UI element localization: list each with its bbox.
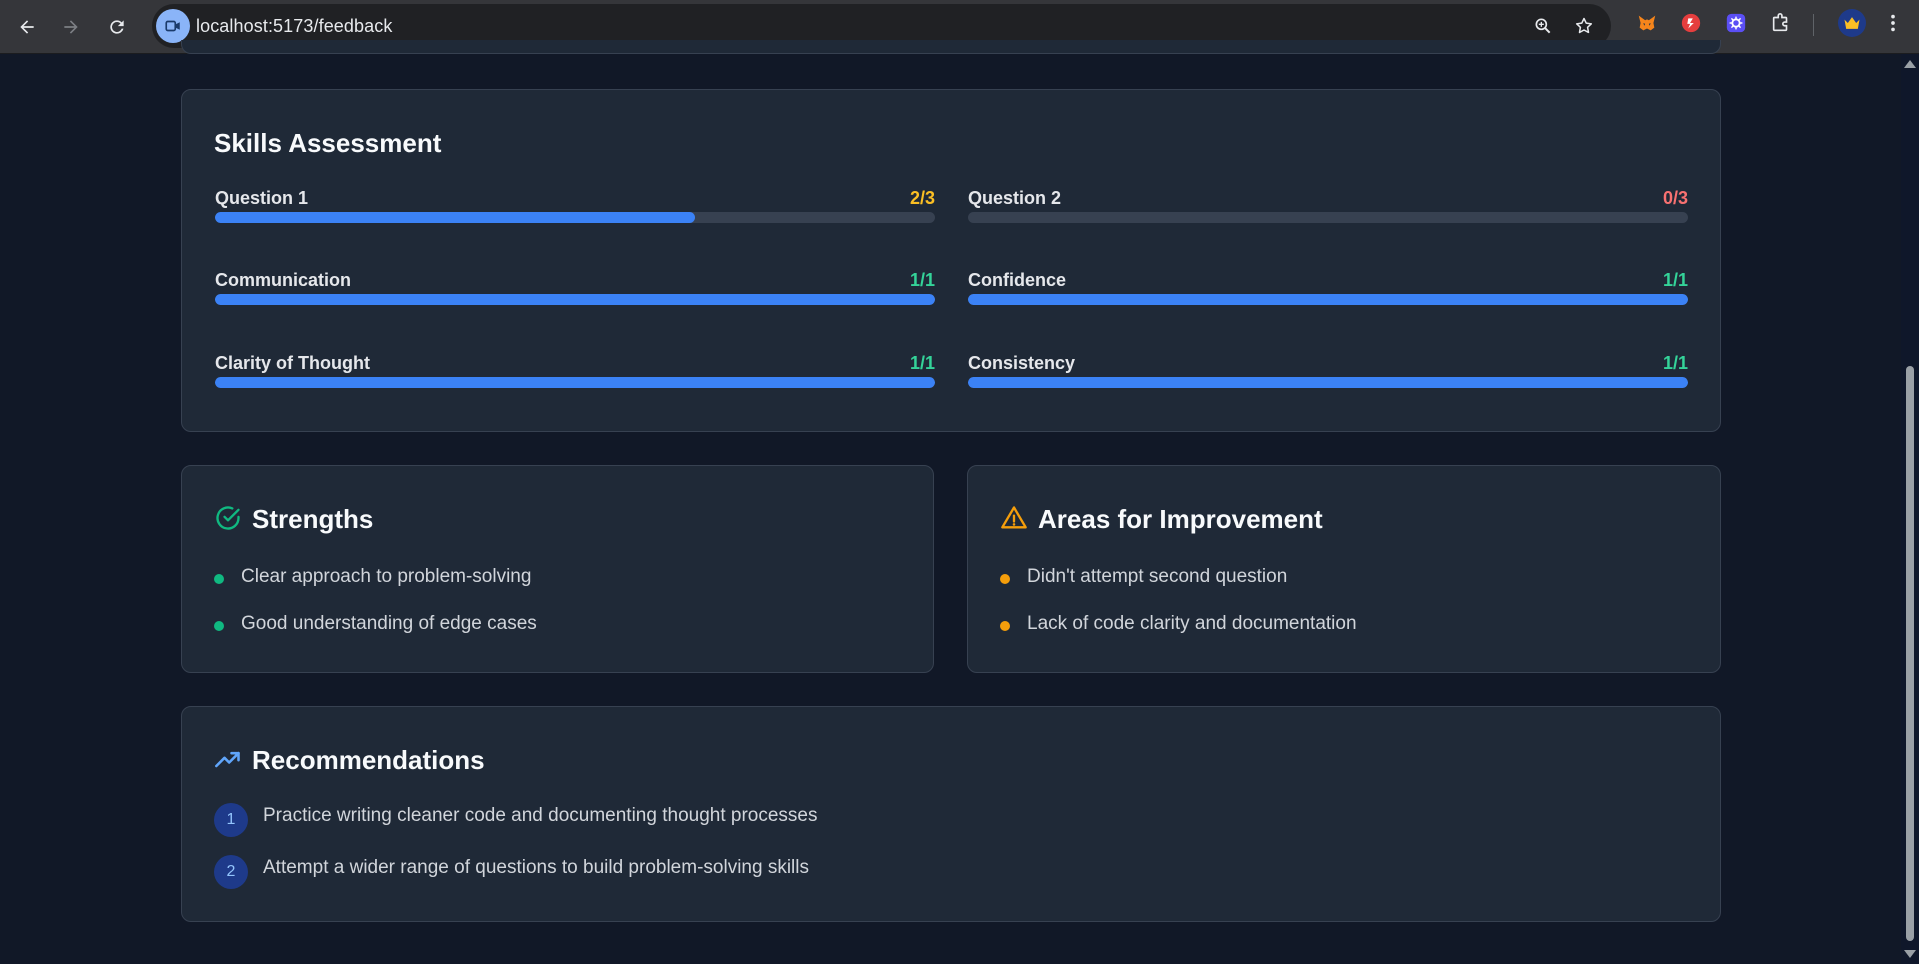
skill-label: Question 1 bbox=[215, 188, 309, 208]
skill-label: Clarity of Thought bbox=[215, 353, 370, 373]
improvement-title: Areas for Improvement bbox=[1038, 504, 1323, 534]
skill-consistency: Consistency 1/1 bbox=[968, 353, 1688, 403]
progress-fill bbox=[215, 377, 935, 388]
gear-extension-icon[interactable] bbox=[1725, 12, 1747, 34]
skill-score: 2/3 bbox=[909, 188, 935, 208]
recommendations-title: Recommendations bbox=[252, 745, 485, 775]
reload-icon bbox=[110, 20, 124, 34]
metamask-extension-icon[interactable] bbox=[1636, 12, 1658, 34]
bullet-dot bbox=[1000, 621, 1010, 631]
skills-title: Skills Assessment bbox=[214, 128, 442, 158]
toolbar-divider bbox=[1813, 14, 1814, 36]
skill-label: Communication bbox=[215, 270, 352, 290]
skill-score: 1/1 bbox=[1662, 270, 1688, 290]
site-info-icon[interactable] bbox=[156, 9, 190, 43]
trending-up-icon bbox=[215, 751, 240, 768]
list-item-text: Didn't attempt second question bbox=[1027, 566, 1288, 587]
scroll-down-arrow-icon[interactable] bbox=[1904, 950, 1916, 958]
progress-track bbox=[215, 294, 935, 305]
scroll-up-arrow-icon[interactable] bbox=[1904, 60, 1916, 68]
progress-track bbox=[215, 377, 935, 388]
skill-label: Consistency bbox=[968, 353, 1076, 373]
progress-fill bbox=[215, 212, 696, 223]
list-item-text: Clear approach to problem-solving bbox=[241, 566, 532, 587]
skill-label: Confidence bbox=[968, 270, 1067, 290]
list-item-text: Lack of code clarity and documentation bbox=[1027, 613, 1357, 634]
previous-card-edge bbox=[181, 40, 1721, 54]
url-text[interactable]: localhost:5173/feedback bbox=[196, 16, 392, 37]
skills-assessment-card: Skills Assessment Question 1 2/3 Questio… bbox=[181, 89, 1721, 432]
strengths-title: Strengths bbox=[252, 504, 374, 534]
recommendation-number: 2 bbox=[214, 855, 248, 889]
skill-score: 1/1 bbox=[909, 353, 935, 373]
bullet-dot bbox=[214, 621, 224, 631]
skill-clarity-of-thought: Clarity of Thought 1/1 bbox=[215, 353, 935, 403]
check-circle-icon bbox=[216, 506, 240, 530]
progress-track bbox=[215, 212, 935, 223]
bookmark-star-icon[interactable] bbox=[1573, 15, 1595, 37]
recommendation-text: Practice writing cleaner code and docume… bbox=[263, 805, 818, 826]
improvement-card: Areas for Improvement Didn't attempt sec… bbox=[967, 465, 1721, 673]
arrow-right-icon bbox=[64, 20, 78, 34]
page-scrollbar[interactable] bbox=[1901, 54, 1919, 964]
list-item-text: Good understanding of edge cases bbox=[241, 613, 537, 634]
skill-question-2: Question 2 0/3 bbox=[968, 188, 1688, 238]
bullet-dot bbox=[1000, 574, 1010, 584]
progress-track bbox=[968, 212, 1688, 223]
recommendation-text: Attempt a wider range of questions to bu… bbox=[263, 857, 809, 878]
progress-fill bbox=[215, 294, 935, 305]
extensions-puzzle-icon[interactable] bbox=[1770, 12, 1792, 34]
skill-question-1: Question 1 2/3 bbox=[215, 188, 935, 238]
progress-fill bbox=[968, 377, 1688, 388]
zoom-icon[interactable] bbox=[1532, 15, 1554, 37]
scroll-thumb[interactable] bbox=[1906, 366, 1914, 941]
progress-track bbox=[968, 377, 1688, 388]
recommendations-card: Recommendations 1 Practice writing clean… bbox=[181, 706, 1721, 922]
progress-fill bbox=[968, 294, 1688, 305]
skill-score: 1/1 bbox=[909, 270, 935, 290]
forward-button[interactable] bbox=[52, 8, 90, 46]
arrow-left-icon bbox=[20, 20, 34, 34]
progress-track bbox=[968, 294, 1688, 305]
reload-button[interactable] bbox=[98, 8, 136, 46]
skill-score: 0/3 bbox=[1662, 188, 1688, 208]
skill-score: 1/1 bbox=[1662, 353, 1688, 373]
video-camera-icon bbox=[165, 20, 180, 32]
profile-avatar-icon[interactable] bbox=[1838, 9, 1866, 37]
back-button[interactable] bbox=[8, 8, 46, 46]
chrome-menu-icon[interactable] bbox=[1882, 12, 1904, 34]
red-extension-icon[interactable] bbox=[1680, 12, 1702, 34]
skill-communication: Communication 1/1 bbox=[215, 270, 935, 320]
recommendation-number: 1 bbox=[214, 803, 248, 837]
strengths-card: Strengths Clear approach to problem-solv… bbox=[181, 465, 934, 673]
warning-triangle-icon bbox=[1001, 506, 1027, 529]
bullet-dot bbox=[214, 574, 224, 584]
skill-confidence: Confidence 1/1 bbox=[968, 270, 1688, 320]
skill-label: Question 2 bbox=[968, 188, 1062, 208]
